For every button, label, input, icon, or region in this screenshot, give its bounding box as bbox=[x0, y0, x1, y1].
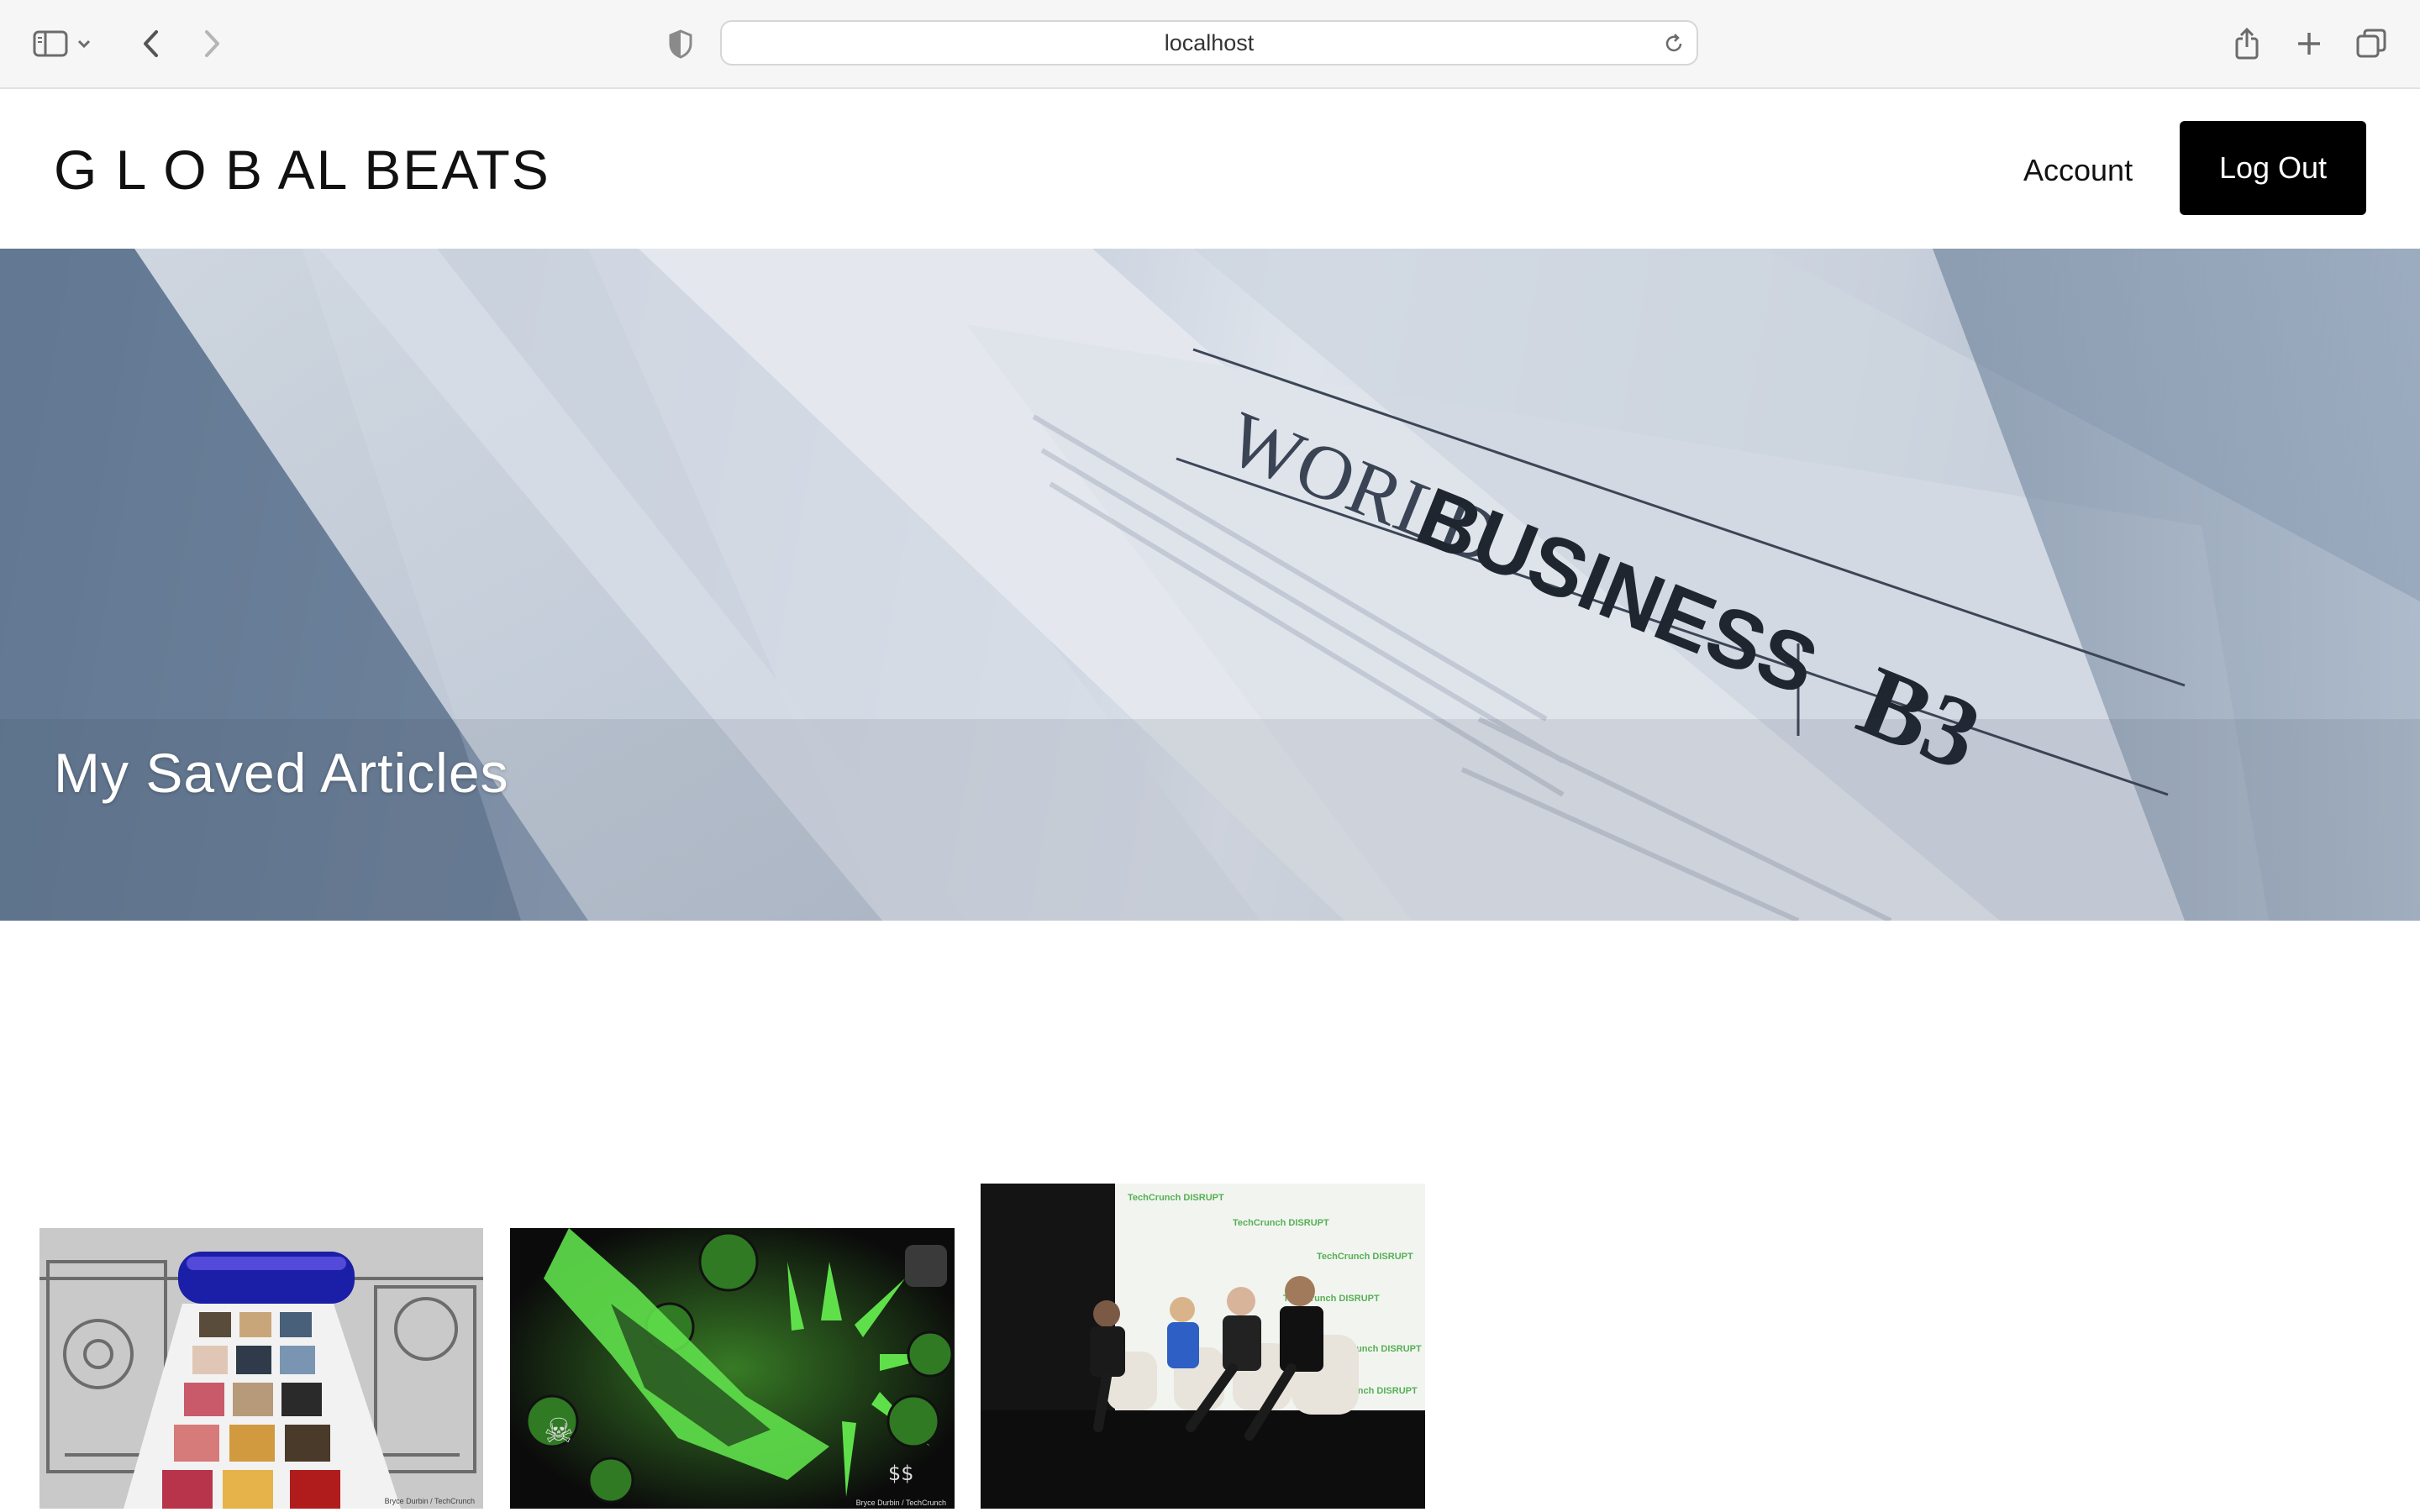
backdrop-sponsor-text: TechCrunch DISRUPT bbox=[1233, 1218, 1329, 1228]
chevron-down-icon[interactable] bbox=[71, 18, 97, 69]
privacy-shield-icon[interactable] bbox=[655, 18, 706, 69]
address-bar-url: localhost bbox=[1164, 29, 1255, 55]
image-credit: Bryce Durbin / TechCrunch bbox=[385, 1497, 475, 1505]
emoji-sneaker-image: ☠ $$ Bryce Durbin / TechCrunch bbox=[510, 1228, 955, 1509]
back-arrow-icon[interactable] bbox=[126, 18, 176, 69]
article-card-thumbnail[interactable]: TechCrunch DISRUPT TechCrunch DISRUPT Te… bbox=[981, 1184, 1425, 1509]
panel-stage-image: TechCrunch DISRUPT TechCrunch DISRUPT Te… bbox=[981, 1184, 1425, 1509]
printing-press-image: Bryce Durbin / TechCrunch bbox=[39, 1228, 483, 1509]
address-bar[interactable]: localhost bbox=[720, 20, 1698, 66]
forward-arrow-icon[interactable] bbox=[187, 18, 237, 69]
page-title: My Saved Articles bbox=[54, 742, 509, 805]
article-card-thumbnail[interactable]: Bryce Durbin / TechCrunch bbox=[39, 1228, 483, 1509]
newspaper-stack-image: WORLD BUSINESS B3 bbox=[0, 249, 2420, 921]
browser-toolbar: localhost bbox=[0, 0, 2420, 89]
svg-text:$$: $$ bbox=[888, 1462, 914, 1485]
svg-text:☠: ☠ bbox=[544, 1412, 574, 1451]
reload-icon[interactable] bbox=[1663, 33, 1685, 55]
saved-articles-list: Bryce Durbin / TechCrunch ☠ $$ Bryce Dur… bbox=[0, 921, 2420, 1512]
share-icon[interactable] bbox=[2222, 18, 2272, 69]
site-header: G L O B AL BEATS Account Log Out bbox=[0, 89, 2420, 249]
new-tab-plus-icon[interactable] bbox=[2284, 18, 2334, 69]
backdrop-sponsor-text: TechCrunch DISRUPT bbox=[1128, 1193, 1224, 1203]
logout-button[interactable]: Log Out bbox=[2180, 121, 2366, 215]
image-credit: Bryce Durbin / TechCrunch bbox=[856, 1499, 946, 1507]
site-logo[interactable]: G L O B AL BEATS bbox=[54, 131, 550, 208]
hero-banner: WORLD BUSINESS B3 My Saved Articles bbox=[0, 249, 2420, 921]
sidebar-icon[interactable] bbox=[25, 18, 76, 69]
article-card-thumbnail[interactable]: ☠ $$ Bryce Durbin / TechCrunch bbox=[510, 1228, 955, 1509]
tabs-overview-icon[interactable] bbox=[2346, 18, 2396, 69]
account-link[interactable]: Account bbox=[2023, 150, 2133, 192]
backdrop-sponsor-text: TechCrunch DISRUPT bbox=[1317, 1252, 1413, 1262]
